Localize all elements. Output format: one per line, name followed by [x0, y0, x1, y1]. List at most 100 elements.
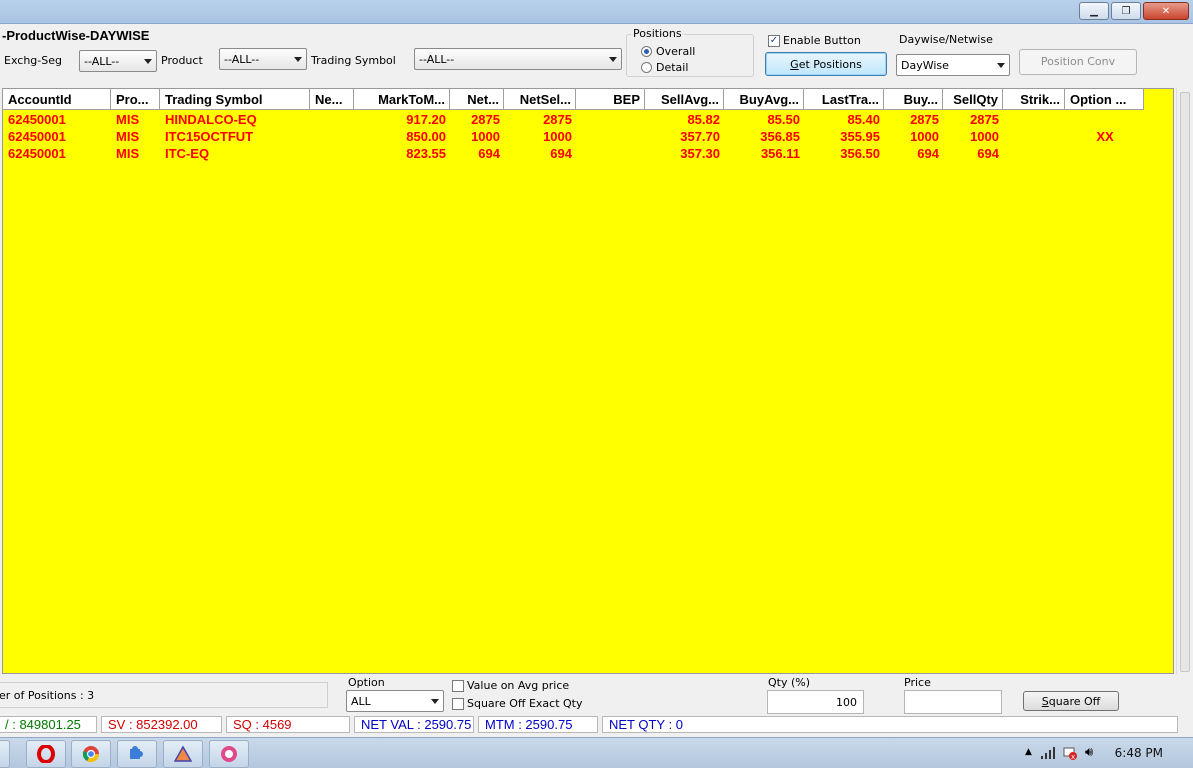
taskbar-puzzle-app[interactable] — [117, 740, 157, 768]
price-label: Price — [904, 676, 931, 689]
position-conv-button[interactable]: Position Conv — [1019, 49, 1137, 75]
column-header[interactable]: SellQty — [943, 89, 1003, 110]
table-cell: 62450001 — [8, 112, 66, 127]
column-header[interactable]: LastTra... — [804, 89, 884, 110]
taskbar-chrome[interactable] — [71, 740, 111, 768]
table-cell: 62450001 — [8, 146, 66, 161]
table-cell — [310, 128, 354, 145]
product-value: --ALL-- — [224, 53, 260, 66]
volume-icon[interactable]: 🔊︎ — [1085, 745, 1093, 760]
grid-body: 62450001 MIS HINDALCO-EQ 917.20 2875 2875 85.8… — [3, 111, 1144, 162]
table-cell: 85.82 — [687, 112, 720, 127]
exchg-seg-select[interactable]: --ALL-- — [79, 50, 157, 72]
minimize-button[interactable]: ▁ — [1079, 2, 1109, 20]
table-row[interactable]: 62450001 MIS ITC-EQ 823.55 694 694 357.30 356.1… — [3, 145, 1144, 162]
table-cell: 356.50 — [840, 146, 880, 161]
positions-grid[interactable]: AccountId Pro... Trading Symbol Ne... MarkTo… — [2, 88, 1174, 674]
table-cell: 356.85 — [760, 129, 800, 144]
checkbox-unchecked-icon — [452, 697, 464, 710]
column-header[interactable]: Ne... — [310, 89, 354, 110]
taskbar-trading-app[interactable] — [209, 740, 249, 768]
page-title: -ProductWise-DAYWISE — [2, 28, 150, 43]
column-header[interactable]: Pro... — [111, 89, 160, 110]
daywise-select[interactable]: DayWise — [896, 54, 1010, 76]
square-off-exact-label: Square Off Exact Qty — [467, 697, 583, 710]
close-icon: ✕ — [1161, 5, 1171, 17]
trading-symbol-select[interactable]: --ALL-- — [414, 48, 622, 70]
taskbar-clock[interactable]: 6:48 PM — [1115, 746, 1163, 760]
table-cell: 357.30 — [680, 146, 720, 161]
vertical-scrollbar[interactable] — [1176, 88, 1193, 674]
show-hidden-icons-icon[interactable]: ▲ — [1025, 747, 1032, 757]
taskbar-opera[interactable] — [26, 740, 66, 768]
table-cell: 694 — [550, 146, 572, 161]
column-header[interactable]: AccountId — [3, 89, 111, 110]
column-header[interactable]: Net... — [450, 89, 504, 110]
table-cell: 2875 — [543, 112, 572, 127]
chrome-icon — [82, 746, 100, 763]
status-sq-text: SQ : 4569 — [233, 717, 292, 732]
value-on-avg-label: Value on Avg price — [467, 679, 570, 692]
table-cell: 357.70 — [680, 129, 720, 144]
status-bv-text: / : 849801.25 — [5, 717, 81, 732]
status-net-val-text: NET VAL : 2590.75 — [361, 717, 472, 732]
table-cell: 356.11 — [760, 146, 800, 161]
puzzle-icon — [130, 746, 143, 759]
table-row[interactable]: 62450001 MIS HINDALCO-EQ 917.20 2875 2875 85.8… — [3, 111, 1144, 128]
table-cell — [576, 111, 645, 128]
status-bv: / : 849801.25 — [0, 716, 97, 733]
product-select[interactable]: --ALL-- — [219, 48, 307, 70]
restore-button[interactable]: ❐ — [1111, 2, 1141, 20]
signal-icon[interactable] — [1041, 747, 1057, 759]
checkbox-checked-icon: ✓ — [768, 34, 780, 47]
table-cell: 694 — [917, 146, 939, 161]
radio-detail[interactable]: Detail — [641, 61, 688, 74]
option-select[interactable]: ALL — [346, 690, 444, 712]
table-cell: 694 — [478, 146, 500, 161]
system-tray: ▲ x 🔊︎ 6:48 PM — [1003, 738, 1193, 768]
network-error-icon[interactable]: x — [1063, 746, 1077, 760]
table-cell — [1003, 128, 1065, 145]
radio-overall[interactable]: Overall — [641, 45, 695, 58]
status-net-val: NET VAL : 2590.75 — [354, 716, 474, 733]
table-cell — [576, 145, 645, 162]
qty-input[interactable]: 100 — [767, 690, 864, 714]
table-cell: 1000 — [910, 129, 939, 144]
column-header[interactable]: SellAvg... — [645, 89, 724, 110]
value-on-avg-checkbox[interactable]: Value on Avg price — [452, 679, 569, 692]
exchg-seg-label: Exchg-Seg — [4, 54, 62, 67]
enable-button-label: Enable Button — [783, 34, 861, 47]
column-header[interactable]: BEP — [576, 89, 645, 110]
table-cell: 694 — [977, 146, 999, 161]
column-header[interactable]: Option ... — [1065, 89, 1144, 110]
get-positions-button[interactable]: Get Positions — [765, 52, 887, 76]
taskbar-drive-app[interactable] — [163, 740, 203, 768]
table-cell: 1000 — [970, 129, 999, 144]
column-header[interactable]: BuyAvg... — [724, 89, 804, 110]
main-window: -ProductWise-DAYWISE Exchg-Seg --ALL-- P… — [0, 24, 1193, 737]
column-header[interactable]: NetSel... — [504, 89, 576, 110]
radio-unselected-icon — [641, 62, 652, 73]
price-input[interactable] — [904, 690, 1002, 714]
column-header[interactable]: Buy... — [884, 89, 943, 110]
close-button[interactable]: ✕ — [1143, 2, 1189, 20]
table-cell: MIS — [116, 112, 140, 127]
square-off-exact-checkbox[interactable]: Square Off Exact Qty — [452, 697, 583, 710]
enable-button-checkbox[interactable]: ✓ Enable Button — [768, 34, 861, 47]
restore-icon: ❐ — [1121, 5, 1131, 17]
taskbar-app-partial[interactable]: ▶ — [0, 740, 10, 768]
column-header[interactable]: MarkToM... — [354, 89, 450, 110]
column-header[interactable]: Strik... — [1003, 89, 1065, 110]
table-cell — [1065, 145, 1144, 162]
table-row[interactable]: 62450001 MIS ITC15OCTFUT 850.00 1000 1000 357.… — [3, 128, 1144, 145]
daywise-value: DayWise — [901, 59, 949, 72]
daywise-netwise-label: Daywise/Netwise — [899, 33, 993, 46]
square-off-button[interactable]: Square Off — [1023, 691, 1119, 711]
positions-count-text: er of Positions : 3 — [0, 689, 95, 702]
taskbar: ▶ ▲ x 🔊︎ 6:48 PM — [0, 737, 1193, 768]
column-header[interactable]: Trading Symbol — [160, 89, 310, 110]
option-value: ALL — [351, 695, 371, 708]
table-cell: XX — [1096, 129, 1114, 144]
scrollbar-thumb[interactable] — [1180, 92, 1190, 672]
table-cell: 1000 — [471, 129, 500, 144]
